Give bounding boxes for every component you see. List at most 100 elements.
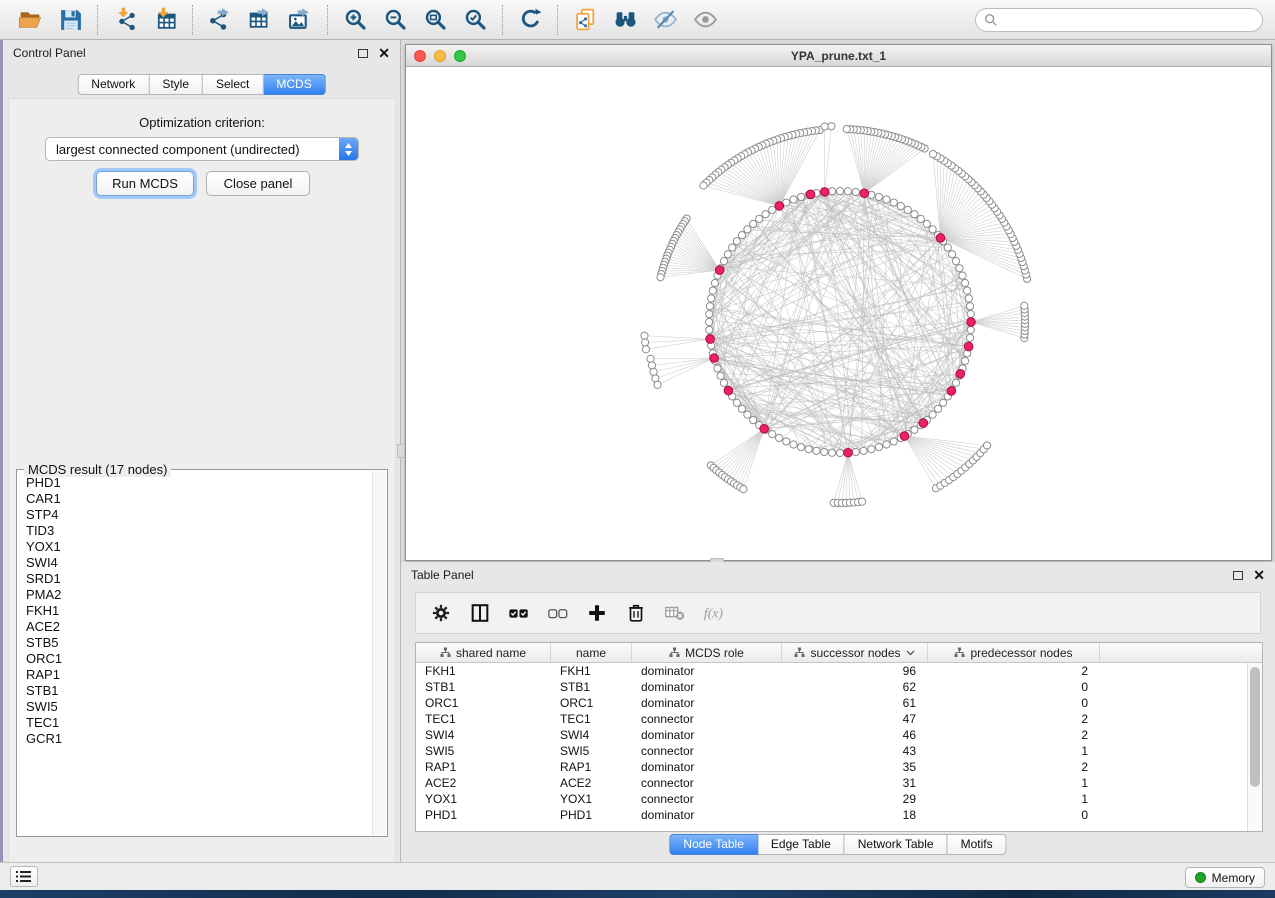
column-header-successor-nodes[interactable]: successor nodes — [782, 643, 928, 662]
cell-successor-nodes[interactable]: 43 — [782, 743, 928, 759]
table-row[interactable]: FKH1FKH1dominator962 — [416, 663, 1247, 679]
cell-shared-name[interactable]: SWI5 — [416, 743, 551, 759]
mcds-result-item[interactable]: FKH1 — [18, 603, 371, 619]
cell-name[interactable]: ORC1 — [551, 695, 632, 711]
select-all-rows-button[interactable] — [504, 598, 534, 628]
save-session-button[interactable] — [50, 3, 90, 37]
mcds-close-panel-button[interactable]: Close panel — [206, 171, 310, 196]
float-table-panel-icon[interactable] — [1233, 571, 1243, 580]
tab-edge-table[interactable]: Edge Table — [758, 834, 845, 855]
mcds-result-item[interactable]: GCR1 — [18, 731, 371, 747]
cell-MCDS-role[interactable]: connector — [632, 775, 782, 791]
cell-successor-nodes[interactable]: 62 — [782, 679, 928, 695]
mcds-result-item[interactable]: CAR1 — [18, 491, 371, 507]
cell-MCDS-role[interactable]: dominator — [632, 807, 782, 823]
export-network-button[interactable] — [200, 3, 240, 37]
memory-button[interactable]: Memory — [1185, 867, 1265, 888]
cell-shared-name[interactable]: FKH1 — [416, 663, 551, 679]
close-table-panel-icon[interactable]: ✕ — [1253, 570, 1265, 580]
cell-successor-nodes[interactable]: 31 — [782, 775, 928, 791]
open-file-button[interactable] — [10, 3, 50, 37]
table-scrollbar[interactable] — [1247, 663, 1262, 831]
zoom-fit-button[interactable] — [415, 3, 455, 37]
tab-select[interactable]: Select — [203, 74, 263, 95]
tab-network-table[interactable]: Network Table — [845, 834, 948, 855]
cell-MCDS-role[interactable]: dominator — [632, 679, 782, 695]
table-row[interactable]: STB1STB1dominator620 — [416, 679, 1247, 695]
table-row[interactable]: RAP1RAP1dominator352 — [416, 759, 1247, 775]
refresh-button[interactable] — [510, 3, 550, 37]
cell-shared-name[interactable]: ORC1 — [416, 695, 551, 711]
import-table-button[interactable] — [145, 3, 185, 37]
mcds-result-item[interactable]: ORC1 — [18, 651, 371, 667]
mcds-result-item[interactable]: TEC1 — [18, 715, 371, 731]
table-row[interactable]: ACE2ACE2connector311 — [416, 775, 1247, 791]
column-header-name[interactable]: name — [551, 643, 632, 662]
cell-predecessor-nodes[interactable]: 0 — [928, 807, 1100, 823]
tab-node-table[interactable]: Node Table — [669, 834, 758, 855]
cell-successor-nodes[interactable]: 47 — [782, 711, 928, 727]
cell-successor-nodes[interactable]: 61 — [782, 695, 928, 711]
cell-name[interactable]: SWI5 — [551, 743, 632, 759]
tab-network[interactable]: Network — [77, 74, 149, 95]
export-image-button[interactable] — [280, 3, 320, 37]
close-panel-icon[interactable]: ✕ — [378, 48, 390, 58]
cell-shared-name[interactable]: PHD1 — [416, 807, 551, 823]
cell-predecessor-nodes[interactable]: 0 — [928, 695, 1100, 711]
tab-motifs[interactable]: Motifs — [948, 834, 1007, 855]
table-scrollbar-thumb[interactable] — [1250, 667, 1260, 787]
clone-network-button[interactable] — [565, 3, 605, 37]
mcds-result-item[interactable]: ACE2 — [18, 619, 371, 635]
cell-MCDS-role[interactable]: dominator — [632, 759, 782, 775]
cell-name[interactable]: FKH1 — [551, 663, 632, 679]
cell-successor-nodes[interactable]: 35 — [782, 759, 928, 775]
table-settings-button[interactable] — [426, 598, 456, 628]
cell-predecessor-nodes[interactable]: 2 — [928, 711, 1100, 727]
add-column-button[interactable] — [582, 598, 612, 628]
zoom-in-button[interactable] — [335, 3, 375, 37]
mcds-result-item[interactable]: STP4 — [18, 507, 371, 523]
cell-shared-name[interactable]: STB1 — [416, 679, 551, 695]
show-all-button[interactable] — [685, 3, 725, 37]
mcds-result-scrollbar[interactable] — [372, 471, 386, 835]
float-panel-icon[interactable] — [358, 49, 368, 58]
mcds-result-item[interactable]: SRD1 — [18, 571, 371, 587]
cell-successor-nodes[interactable]: 96 — [782, 663, 928, 679]
cell-successor-nodes[interactable]: 29 — [782, 791, 928, 807]
cell-name[interactable]: SWI4 — [551, 727, 632, 743]
cell-name[interactable]: PHD1 — [551, 807, 632, 823]
table-row[interactable]: TEC1TEC1connector472 — [416, 711, 1247, 727]
deselect-all-rows-button[interactable] — [543, 598, 573, 628]
optimization-select[interactable]: largest connected component (undirected) — [45, 137, 359, 161]
cell-MCDS-role[interactable]: dominator — [632, 727, 782, 743]
mcds-result-item[interactable]: RAP1 — [18, 667, 371, 683]
import-network-button[interactable] — [105, 3, 145, 37]
first-neighbors-button[interactable] — [605, 3, 645, 37]
cell-name[interactable]: YOX1 — [551, 791, 632, 807]
cell-predecessor-nodes[interactable]: 2 — [928, 727, 1100, 743]
cell-shared-name[interactable]: RAP1 — [416, 759, 551, 775]
mcds-result-item[interactable]: PHD1 — [18, 475, 371, 491]
column-header-MCDS-role[interactable]: MCDS role — [632, 643, 782, 662]
table-row[interactable]: SWI5SWI5connector431 — [416, 743, 1247, 759]
cell-predecessor-nodes[interactable]: 2 — [928, 663, 1100, 679]
status-menu-button[interactable] — [10, 866, 38, 887]
cell-predecessor-nodes[interactable]: 1 — [928, 775, 1100, 791]
cell-predecessor-nodes[interactable]: 0 — [928, 679, 1100, 695]
mcds-result-item[interactable]: TID3 — [18, 523, 371, 539]
export-table-button[interactable] — [240, 3, 280, 37]
zoom-out-button[interactable] — [375, 3, 415, 37]
cell-predecessor-nodes[interactable]: 2 — [928, 759, 1100, 775]
cell-MCDS-role[interactable]: connector — [632, 791, 782, 807]
cell-MCDS-role[interactable]: connector — [632, 743, 782, 759]
cell-shared-name[interactable]: TEC1 — [416, 711, 551, 727]
cell-name[interactable]: STB1 — [551, 679, 632, 695]
tab-mcds[interactable]: MCDS — [263, 74, 325, 95]
cell-MCDS-role[interactable]: connector — [632, 711, 782, 727]
delete-columns-button[interactable] — [621, 598, 651, 628]
search-input[interactable] — [998, 12, 1254, 28]
mcds-result-item[interactable]: STB5 — [18, 635, 371, 651]
table-row[interactable]: ORC1ORC1dominator610 — [416, 695, 1247, 711]
mcds-result-item[interactable]: YOX1 — [18, 539, 371, 555]
column-header-shared-name[interactable]: shared name — [416, 643, 551, 662]
